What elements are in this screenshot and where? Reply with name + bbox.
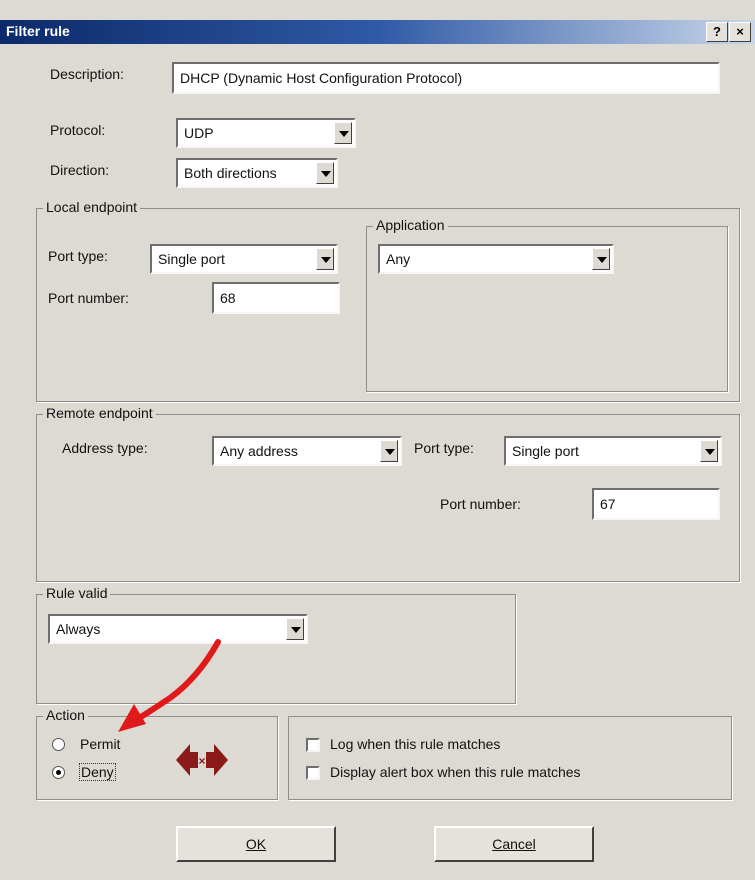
direction-select[interactable]: Both directions — [176, 158, 338, 188]
remote-port-number-label: Port number: — [440, 496, 521, 512]
address-type-value: Any address — [220, 443, 298, 459]
alert-checkbox[interactable] — [306, 766, 320, 780]
local-port-type-select[interactable]: Single port — [150, 244, 338, 274]
protocol-select[interactable]: UDP — [176, 118, 356, 148]
deny-label[interactable]: Deny — [79, 763, 116, 781]
local-port-type-label: Port type: — [48, 248, 108, 264]
protocol-label: Protocol: — [50, 122, 106, 138]
application-legend: Application — [373, 217, 448, 233]
log-label[interactable]: Log when this rule matches — [330, 736, 500, 752]
log-checkbox[interactable] — [306, 738, 320, 752]
chevron-down-icon[interactable] — [334, 122, 352, 144]
direction-value: Both directions — [184, 165, 277, 181]
local-port-number-input[interactable]: 68 — [212, 282, 340, 314]
rule-valid-value: Always — [56, 621, 101, 637]
help-button[interactable]: ? — [706, 22, 728, 42]
remote-port-type-select[interactable]: Single port — [504, 436, 722, 466]
remote-endpoint-legend: Remote endpoint — [43, 405, 156, 421]
window-title: Filter rule — [6, 23, 70, 39]
local-port-number-label: Port number: — [48, 290, 129, 306]
permit-radio[interactable] — [52, 738, 65, 751]
filter-rule-dialog: Filter rule ? × Description: DHCP (Dynam… — [0, 0, 755, 880]
description-input[interactable]: DHCP (Dynamic Host Configuration Protoco… — [172, 62, 720, 94]
svg-text:×: × — [198, 754, 205, 768]
cancel-button-label: Cancel — [492, 836, 536, 852]
ok-button[interactable]: OK — [176, 826, 336, 862]
deny-radio[interactable] — [52, 766, 65, 779]
chevron-down-icon[interactable] — [286, 618, 304, 640]
permit-label[interactable]: Permit — [80, 736, 120, 752]
application-value: Any — [386, 251, 411, 267]
chevron-down-icon[interactable] — [700, 440, 718, 462]
remote-port-type-value: Single port — [512, 443, 579, 459]
alert-label[interactable]: Display alert box when this rule matches — [330, 764, 581, 780]
options-group — [288, 716, 732, 800]
protocol-value: UDP — [184, 125, 214, 141]
address-type-select[interactable]: Any address — [212, 436, 402, 466]
cancel-button[interactable]: Cancel — [434, 826, 594, 862]
chevron-down-icon[interactable] — [592, 248, 610, 270]
chevron-down-icon[interactable] — [316, 248, 334, 270]
local-endpoint-legend: Local endpoint — [43, 199, 141, 215]
chevron-down-icon[interactable] — [316, 162, 334, 184]
remote-port-type-label: Port type: — [414, 440, 474, 456]
description-label: Description: — [50, 66, 124, 82]
ok-button-label: OK — [245, 836, 267, 852]
close-button[interactable]: × — [729, 22, 751, 42]
local-port-type-value: Single port — [158, 251, 225, 267]
direction-label: Direction: — [50, 162, 110, 178]
action-legend: Action — [43, 707, 88, 723]
application-select[interactable]: Any — [378, 244, 614, 274]
chevron-down-icon[interactable] — [380, 440, 398, 462]
address-type-label: Address type: — [62, 440, 148, 456]
rule-valid-legend: Rule valid — [43, 585, 111, 601]
remote-port-number-input[interactable]: 67 — [592, 488, 720, 520]
annotation-arrow-icon — [118, 639, 221, 732]
deny-icon: × — [176, 744, 228, 776]
title-bar: Filter rule ? × — [0, 20, 755, 44]
